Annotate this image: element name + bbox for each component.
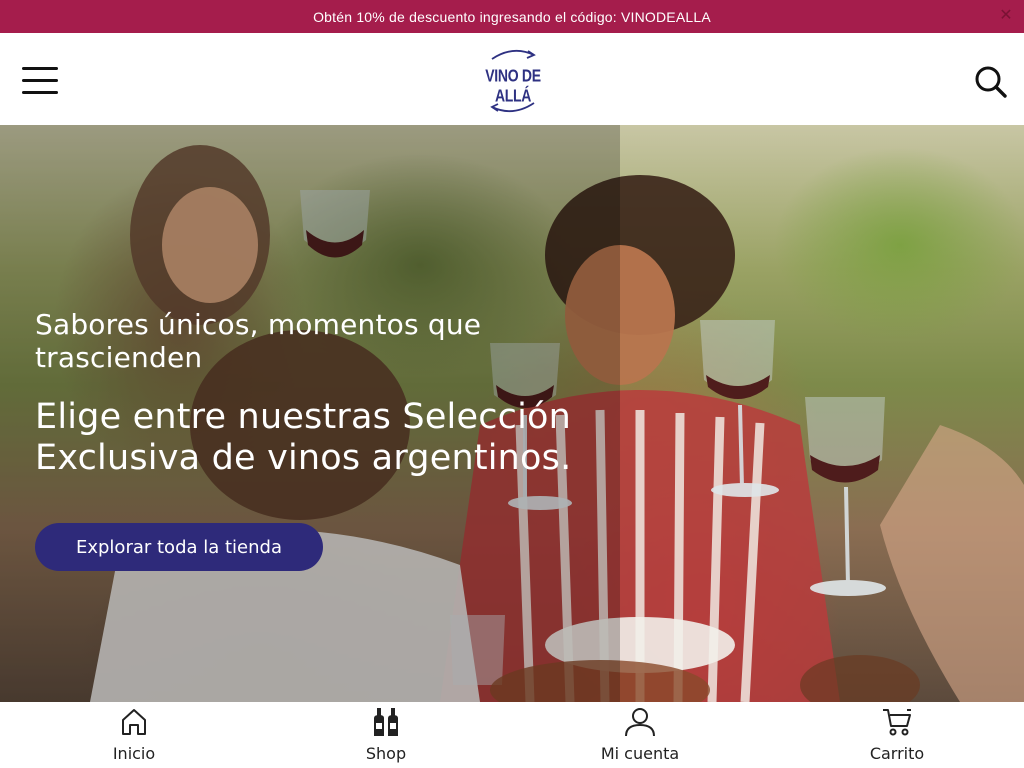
nav-label-home: Inicio <box>112 744 156 763</box>
nav-label-cart: Carrito <box>869 744 925 763</box>
nav-item-cart[interactable]: Carrito <box>768 702 1024 768</box>
wine-bottles-icon <box>370 706 402 738</box>
nav-label-shop: Shop <box>365 744 407 763</box>
nav-label-account: Mi cuenta <box>600 744 680 763</box>
nav-item-home[interactable]: Inicio <box>0 702 256 768</box>
home-icon <box>118 706 150 738</box>
hero-banner: Sabores únicos, momentos que trascienden… <box>0 125 1024 702</box>
logo-text: VINO DE ALLÁ <box>485 65 541 105</box>
explore-store-button[interactable]: Explorar toda la tienda <box>35 523 323 571</box>
close-icon[interactable]: ✕ <box>998 8 1014 24</box>
hamburger-menu-icon[interactable] <box>22 67 58 95</box>
announcement-bar: Obtén 10% de descuento ingresando el cód… <box>0 0 1024 33</box>
search-icon[interactable] <box>974 65 1008 99</box>
user-icon <box>624 706 656 738</box>
cart-icon <box>881 706 913 738</box>
nav-item-account[interactable]: Mi cuenta <box>512 702 768 768</box>
hero-title: Elige entre nuestras Selección Exclusiva… <box>35 397 572 478</box>
nav-item-shop[interactable]: Shop <box>256 702 512 768</box>
site-header: VINO DE ALLÁ <box>0 33 1024 125</box>
announcement-text: Obtén 10% de descuento ingresando el cód… <box>313 8 711 25</box>
hero-subtitle: Sabores únicos, momentos que trascienden <box>35 308 482 374</box>
brand-logo[interactable]: VINO DE ALLÁ <box>470 45 556 115</box>
bottom-navigation: Inicio Shop Mi cuenta Carrito <box>0 702 1024 768</box>
